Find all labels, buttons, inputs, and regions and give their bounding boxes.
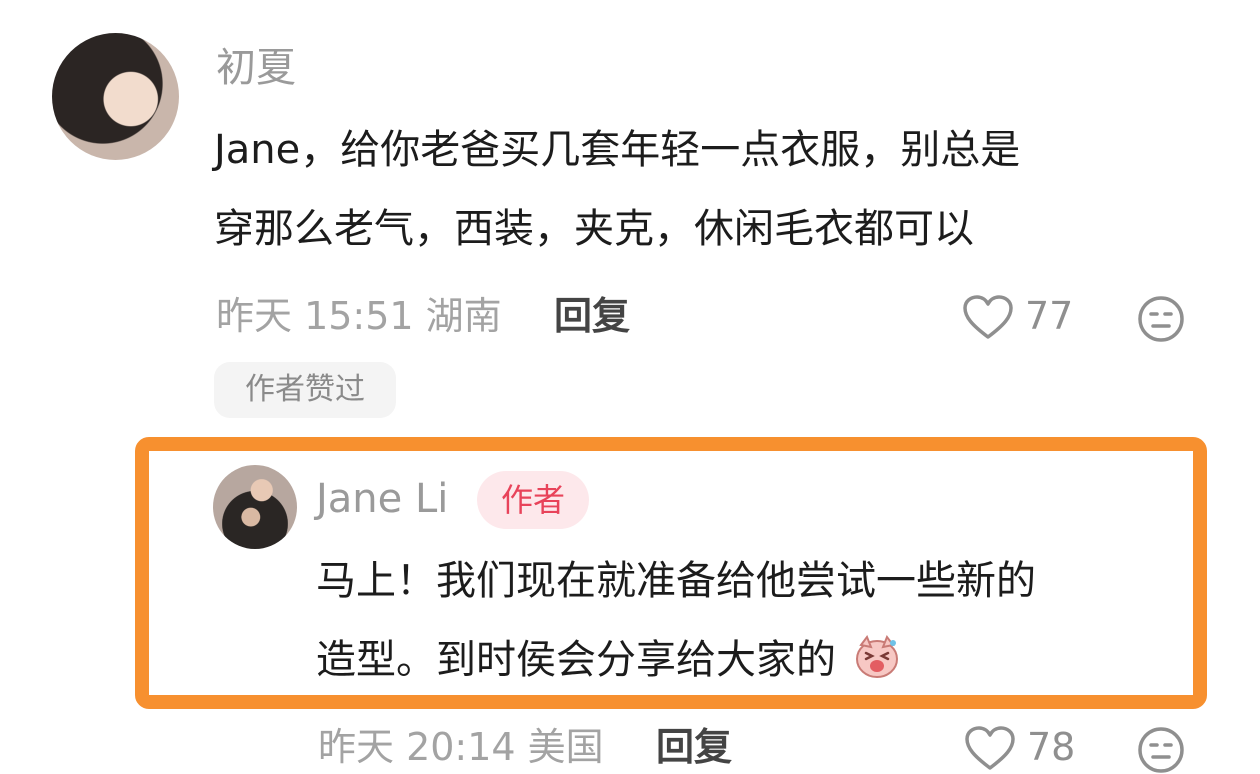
like-count-2: 78 (1027, 725, 1076, 769)
comment-author-name[interactable]: 初夏 (216, 44, 296, 92)
reply-text-line-1: 马上！我们现在就准备给他尝试一些新的 (316, 558, 1036, 604)
comment-text-line-1: Jane，给你老爸买几套年轻一点衣服，别总是 (214, 127, 1021, 173)
comment-time-location: 昨天 15:51 湖南 (216, 294, 502, 338)
reply-author-name[interactable]: Jane Li (316, 475, 448, 523)
heart-icon[interactable] (964, 726, 1016, 772)
reply-time-location: 昨天 20:14 美国 (318, 725, 604, 769)
reply-button-2[interactable]: 回复 (656, 724, 732, 770)
reply-text-line-2-text: 造型。到时侯会分享给大家的 (316, 637, 836, 683)
reply-button[interactable]: 回复 (554, 293, 630, 339)
comment-text-line-2: 穿那么老气，西装，夹克，休闲毛衣都可以 (214, 206, 974, 252)
author-tag: 作者 (477, 471, 589, 529)
avatar-jane-li[interactable] (213, 465, 297, 549)
neutral-face-icon[interactable] (1137, 295, 1185, 343)
avatar-chuxia[interactable] (52, 33, 179, 160)
reply-text-line-2: 造型。到时侯会分享给大家的 (316, 628, 901, 692)
author-liked-badge: 作者赞过 (214, 362, 396, 418)
pig-face-emoji-icon (855, 634, 898, 678)
like-count: 77 (1025, 294, 1074, 338)
heart-icon[interactable] (962, 295, 1014, 341)
